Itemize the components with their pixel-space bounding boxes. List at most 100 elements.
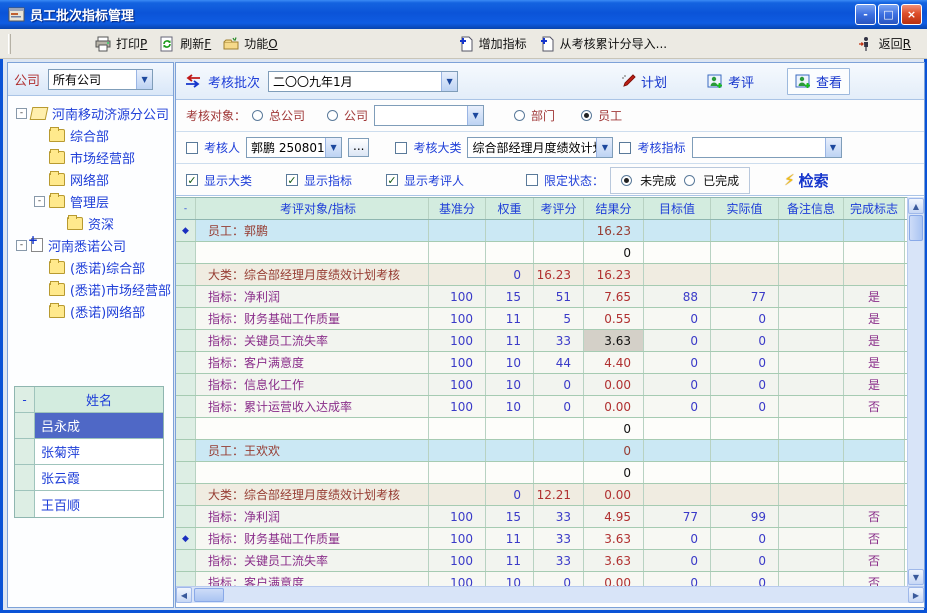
grid-cell-target[interactable] — [644, 440, 711, 461]
grid-cell-note[interactable] — [779, 242, 844, 263]
name-row[interactable]: 王百顺 — [15, 491, 163, 517]
radio-finished[interactable] — [684, 175, 695, 186]
grid-marker-cell[interactable] — [176, 506, 196, 527]
grid-cell-score[interactable] — [534, 462, 584, 483]
target-company-select[interactable]: ▼ — [374, 105, 484, 126]
grid-cell-score[interactable]: 12.21 — [534, 484, 584, 505]
tree-item-(悉诺)网络部[interactable]: (悉诺)网络部 — [10, 300, 171, 322]
grid-row-indicator[interactable]: 指标：信息化工作1001000.0000是 — [176, 374, 907, 396]
grid-marker-cell[interactable] — [176, 242, 196, 263]
grid-cell-target[interactable] — [644, 484, 711, 505]
grid-cell-flag[interactable] — [844, 220, 905, 241]
chevron-down-icon[interactable]: ▼ — [136, 70, 152, 89]
grid-cell-result[interactable]: 0.00 — [584, 572, 644, 586]
row-diamond-icon[interactable]: ◆ — [176, 220, 196, 241]
grid-cell-actual[interactable] — [711, 440, 779, 461]
grid-cell-actual[interactable]: 0 — [711, 528, 779, 549]
grid-cell-actual[interactable]: 0 — [711, 572, 779, 586]
grid-cell-note[interactable] — [779, 308, 844, 329]
grid-cell-result[interactable]: 7.65 — [584, 286, 644, 307]
grid-marker-cell[interactable] — [176, 396, 196, 417]
grid-cell-note[interactable] — [779, 330, 844, 351]
indicator-select[interactable]: ▼ — [692, 137, 842, 158]
grid-cell-score[interactable]: 44 — [534, 352, 584, 373]
grid-cell-note[interactable] — [779, 374, 844, 395]
grid-cell-score[interactable]: 0 — [534, 374, 584, 395]
grid-cell-base[interactable]: 100 — [429, 528, 486, 549]
category-select[interactable]: 综合部经理月度绩效计划 ▼ — [467, 137, 613, 158]
grid-marker-cell[interactable] — [176, 308, 196, 329]
scroll-down-icon[interactable]: ▼ — [908, 569, 924, 585]
grid-cell-actual[interactable]: 0 — [711, 330, 779, 351]
grid-cell-actual[interactable] — [711, 242, 779, 263]
tree-item-市场经营部[interactable]: 市场经营部 — [10, 146, 171, 168]
grid-cell-note[interactable] — [779, 352, 844, 373]
grid-cell-flag[interactable]: 是 — [844, 308, 905, 329]
grid-cell-note[interactable] — [779, 286, 844, 307]
grid-cell-target[interactable] — [644, 418, 711, 439]
grid-cell-name[interactable]: 指标：客户满意度 — [196, 352, 429, 373]
grid-cell-weight[interactable] — [486, 462, 534, 483]
grid-cell-flag[interactable]: 否 — [844, 550, 905, 571]
grid-row-blank[interactable]: 0 — [176, 242, 907, 264]
grid-row-indicator[interactable]: 指标：累计运营收入达成率1001000.0000否 — [176, 396, 907, 418]
grid-cell-weight[interactable] — [486, 242, 534, 263]
grid-cell-result[interactable]: 0 — [584, 440, 644, 461]
grid-cell-base[interactable] — [429, 462, 486, 483]
grid-cell-weight[interactable]: 10 — [486, 374, 534, 395]
grid-cell-note[interactable] — [779, 440, 844, 461]
examiner-checkbox[interactable] — [186, 142, 198, 154]
name-row[interactable]: 吕永成 — [15, 413, 163, 439]
minimize-button[interactable]: - — [855, 4, 876, 25]
grid-cell-base[interactable]: 100 — [429, 352, 486, 373]
grid-cell-score[interactable] — [534, 418, 584, 439]
grid-cell-target[interactable] — [644, 242, 711, 263]
grid-cell-base[interactable] — [429, 264, 486, 285]
grid-cell-result[interactable]: 0 — [584, 462, 644, 483]
grid-cell-name[interactable]: 指标：累计运营收入达成率 — [196, 396, 429, 417]
scroll-up-icon[interactable]: ▲ — [908, 198, 924, 214]
grid-cell-weight[interactable] — [486, 220, 534, 241]
grid-cell-weight[interactable] — [486, 418, 534, 439]
import-from-scores-button[interactable]: 从考核累计分导入... — [533, 32, 673, 55]
tree-expander-icon[interactable]: - — [16, 108, 27, 119]
grid-cell-base[interactable]: 100 — [429, 330, 486, 351]
grid-cell-name[interactable]: 指标：净利润 — [196, 286, 429, 307]
tree-expander-icon[interactable]: - — [16, 240, 27, 251]
grid-marker-cell[interactable] — [176, 264, 196, 285]
chevron-down-icon[interactable]: ▼ — [596, 138, 612, 157]
tree-item-(悉诺)市场经营部[interactable]: (悉诺)市场经营部 — [10, 278, 171, 300]
grid-cell-flag[interactable] — [844, 484, 905, 505]
grid-cell-name[interactable]: 员工：郭鹏 — [196, 220, 429, 241]
grid-cell-base[interactable]: 100 — [429, 396, 486, 417]
chevron-down-icon[interactable]: ▼ — [467, 106, 483, 125]
grid-cell-weight[interactable]: 11 — [486, 330, 534, 351]
tree-item-资深[interactable]: 资深 — [10, 212, 171, 234]
grid-cell-note[interactable] — [779, 418, 844, 439]
grid-cell-base[interactable] — [429, 418, 486, 439]
grid-cell-name[interactable]: 指标：关键员工流失率 — [196, 330, 429, 351]
grid-cell-flag[interactable] — [844, 462, 905, 483]
grid-cell-result[interactable]: 0.00 — [584, 484, 644, 505]
close-button[interactable]: × — [901, 4, 922, 25]
show-category-checkbox[interactable]: ✓ — [186, 174, 198, 186]
grid-cell-weight[interactable]: 10 — [486, 572, 534, 586]
grid-cell-flag[interactable]: 是 — [844, 374, 905, 395]
tree-item-综合部[interactable]: 综合部 — [10, 124, 171, 146]
grid-cell-result[interactable]: 0 — [584, 242, 644, 263]
grid-row-indicator[interactable]: 指标：净利润10015334.957799否 — [176, 506, 907, 528]
grid-row-indicator[interactable]: 指标：净利润10015517.658877是 — [176, 286, 907, 308]
grid-cell-target[interactable]: 0 — [644, 352, 711, 373]
grid-cell-weight[interactable]: 10 — [486, 396, 534, 417]
grid-cell-flag[interactable]: 否 — [844, 528, 905, 549]
grid-cell-result[interactable]: 3.63 — [584, 528, 644, 549]
vertical-scrollbar[interactable]: ▲ ▼ — [907, 197, 924, 586]
grid-cell-result[interactable]: 0.55 — [584, 308, 644, 329]
status-limit-checkbox[interactable] — [526, 174, 538, 186]
grid-cell-note[interactable] — [779, 396, 844, 417]
radio-company[interactable] — [327, 110, 338, 121]
grid-cell-score[interactable]: 33 — [534, 506, 584, 527]
grid-cell-note[interactable] — [779, 550, 844, 571]
grid-cell-actual[interactable]: 0 — [711, 396, 779, 417]
grid-cell-name[interactable]: 指标：客户满意度 — [196, 572, 429, 586]
